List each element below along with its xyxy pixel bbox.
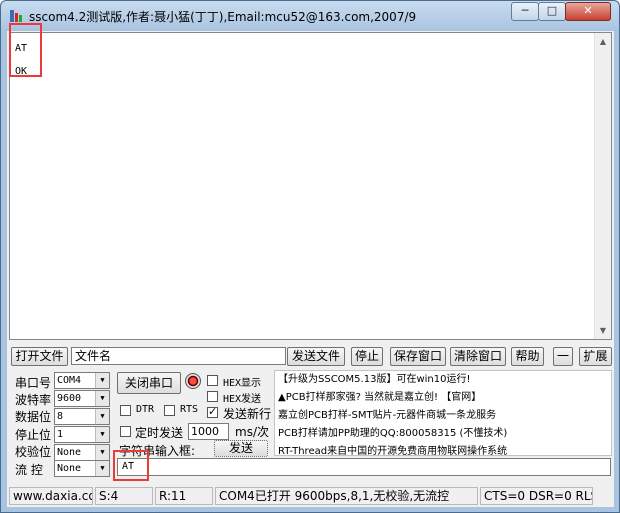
status-bar: www.daxia.cor S:4 R:11 COM4已打开 9600bps,8… (7, 485, 614, 507)
flow-select[interactable]: None ▼ (54, 460, 110, 477)
receive-textarea[interactable]: AT OK ▲ ▼ (9, 32, 612, 340)
hex-display-label: HEX显示 (223, 378, 262, 389)
scroll-down-icon[interactable]: ▼ (595, 322, 611, 339)
chevron-down-icon: ▼ (95, 427, 109, 442)
help-button[interactable]: 帮助 (511, 347, 544, 366)
open-file-button[interactable]: 打开文件 (11, 347, 68, 366)
status-website[interactable]: www.daxia.cor (9, 487, 93, 505)
expand-button[interactable]: 扩展 (579, 347, 612, 366)
close-button[interactable]: ✕ (565, 2, 611, 21)
stopbits-value: 1 (57, 429, 64, 440)
send-file-button[interactable]: 发送文件 (287, 347, 345, 366)
app-icon (10, 10, 22, 22)
timed-send-label: 定时发送 (135, 426, 184, 440)
hex-send-label: HEX发送 (223, 394, 262, 405)
status-received: R:11 (155, 487, 213, 505)
save-window-button[interactable]: 保存窗口 (390, 347, 446, 366)
send-input[interactable]: AT (117, 458, 611, 476)
port-label: 串口号 (15, 376, 52, 390)
scroll-up-icon[interactable]: ▲ (595, 33, 611, 50)
minimize-button[interactable]: ─ (511, 2, 539, 21)
stopbits-label: 停止位 (15, 428, 52, 442)
rts-label: RTS (180, 404, 199, 415)
port-value: COM4 (57, 375, 82, 386)
baud-label: 波特率 (15, 393, 52, 407)
clear-window-button[interactable]: 清除窗口 (450, 347, 506, 366)
client-area: AT OK ▲ ▼ 打开文件 文件名 发送文件 停止 保存窗口 清除窗口 帮助 一… (7, 23, 614, 507)
info-line[interactable]: 【升级为SSCOM5.13版】可在win10运行! (278, 371, 611, 389)
dtr-label: DTR (136, 404, 155, 415)
highlight-box (113, 450, 149, 481)
baud-select[interactable]: 9600 ▼ (54, 390, 110, 407)
chevron-down-icon: ▼ (95, 391, 109, 406)
databits-value: 8 (57, 411, 64, 422)
app-window: sscom4.2测试版,作者:聂小猛(丁丁),Email:mcu52@163.c… (0, 0, 620, 513)
parity-value: None (57, 447, 82, 458)
status-sent: S:4 (95, 487, 153, 505)
chevron-down-icon: ▼ (95, 445, 109, 460)
filename-input[interactable]: 文件名 (71, 347, 286, 365)
maximize-button[interactable]: □ (538, 2, 566, 21)
parity-select[interactable]: None ▼ (54, 444, 110, 461)
dtr-checkbox[interactable] (120, 405, 131, 416)
send-newline-label: 发送新行 (223, 407, 272, 421)
timed-send-checkbox[interactable] (120, 426, 131, 437)
databits-select[interactable]: 8 ▼ (54, 408, 110, 425)
flow-label: 流 控 (15, 463, 43, 477)
status-signals: CTS=0 DSR=0 RLSI (480, 487, 593, 505)
highlight-box (9, 23, 42, 77)
info-line[interactable]: PCB打样请加PP助理的QQ:800058315 (不懂技术) (278, 425, 611, 443)
interval-input[interactable]: 1000 (188, 423, 229, 440)
port-select[interactable]: COM4 ▼ (54, 372, 110, 389)
close-port-button[interactable]: 关闭串口 (117, 372, 181, 394)
hex-display-checkbox[interactable] (207, 375, 218, 386)
info-line[interactable]: ▲PCB打样那家强? 当然就是嘉立创! 【官网】 (278, 389, 611, 407)
interval-unit: ms/次 (235, 425, 269, 439)
dash-button[interactable]: 一 (553, 347, 573, 366)
status-port: COM4已打开 9600bps,8,1,无校验,无流控 (215, 487, 478, 505)
receive-scrollbar[interactable]: ▲ ▼ (594, 33, 611, 339)
rts-checkbox[interactable] (164, 405, 175, 416)
chevron-down-icon: ▼ (95, 373, 109, 388)
info-panel: 【升级为SSCOM5.13版】可在win10运行! ▲PCB打样那家强? 当然就… (274, 370, 612, 457)
stopbits-select[interactable]: 1 ▼ (54, 426, 110, 443)
send-newline-checkbox[interactable] (207, 405, 218, 418)
databits-label: 数据位 (15, 410, 52, 424)
title-bar[interactable]: sscom4.2测试版,作者:聂小猛(丁丁),Email:mcu52@163.c… (1, 1, 619, 31)
chevron-down-icon: ▼ (95, 461, 109, 476)
flow-value: None (57, 463, 82, 474)
baud-value: 9600 (57, 393, 82, 404)
hex-send-checkbox[interactable] (207, 391, 218, 402)
parity-label: 校验位 (15, 445, 52, 459)
port-status-icon (185, 373, 201, 389)
send-button[interactable]: 发送 (214, 440, 268, 457)
window-title: sscom4.2测试版,作者:聂小猛(丁丁),Email:mcu52@163.c… (29, 10, 417, 24)
info-line[interactable]: 嘉立创PCB打样-SMT贴片-元器件商城一条龙服务 (278, 407, 611, 425)
stop-button[interactable]: 停止 (351, 347, 383, 366)
chevron-down-icon: ▼ (95, 409, 109, 424)
